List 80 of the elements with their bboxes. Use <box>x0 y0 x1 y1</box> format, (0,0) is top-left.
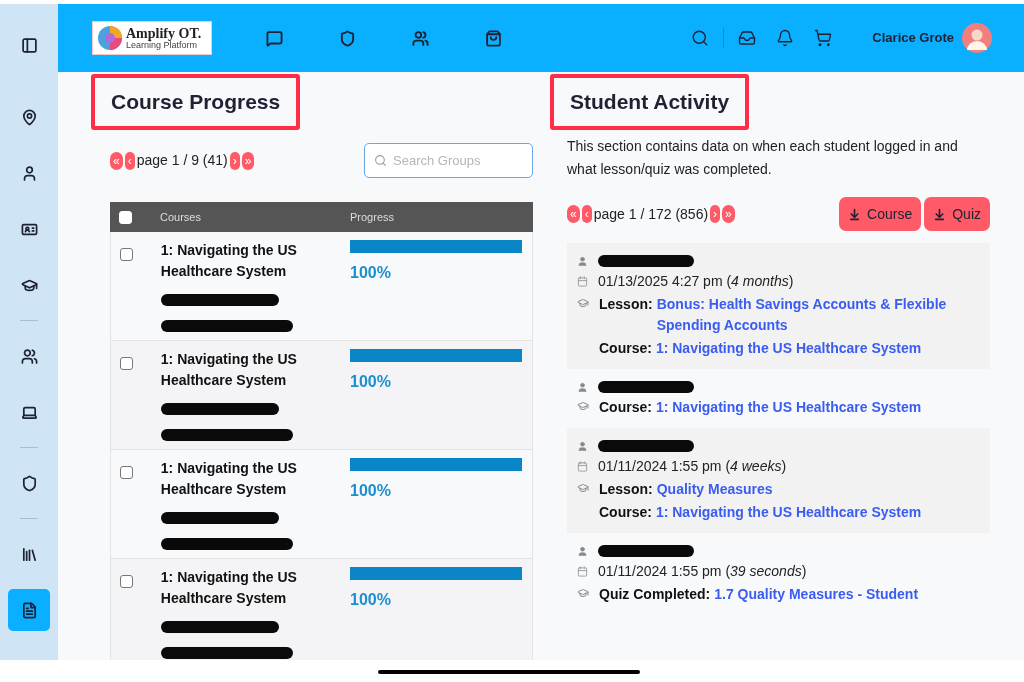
graduation-cap-icon <box>577 400 589 412</box>
checkbox[interactable] <box>120 575 133 588</box>
user-name[interactable]: Clarice Grote <box>872 28 954 48</box>
first-page-button[interactable]: « <box>567 205 580 223</box>
logo-icon <box>97 25 123 51</box>
checkbox[interactable] <box>120 357 133 370</box>
last-page-button[interactable]: » <box>241 151 255 170</box>
progress-percent: 100% <box>350 590 392 610</box>
progress-percent: 100% <box>350 481 392 501</box>
detail-label: Lesson: <box>599 480 653 499</box>
bag-icon <box>485 29 502 47</box>
activity-link[interactable]: Bonus: Health Savings Accounts & Flexible Spending Accounts <box>656 294 980 336</box>
logo-name: Amplify OT. <box>126 26 202 41</box>
detail-label: Course: <box>599 339 652 358</box>
activity-link[interactable]: 1: Navigating the US Healthcare System <box>655 397 980 418</box>
document-icon <box>20 601 38 619</box>
logo-tagline: Learning Platform <box>126 40 199 50</box>
detail-label: Course: <box>599 398 652 417</box>
checkbox[interactable] <box>120 248 133 261</box>
search-field[interactable]: Search Groups <box>364 143 533 178</box>
detail-label: Quiz Completed: <box>599 585 711 604</box>
user-icon <box>577 440 588 452</box>
activity-date: 01/13/2025 4:27 pm (4 months) <box>598 272 794 291</box>
calendar-icon <box>577 461 588 472</box>
activity-date: 01/11/2024 1:55 pm (39 seconds) <box>598 562 807 581</box>
cart-icon <box>814 29 833 47</box>
calendar-icon <box>577 276 588 287</box>
download-icon <box>933 207 947 221</box>
bell-icon <box>776 29 795 47</box>
detail-label: Course: <box>599 503 652 522</box>
progress-percent: 100% <box>350 263 392 283</box>
first-page-button[interactable]: « <box>110 151 123 170</box>
column-header: Progress <box>350 209 395 225</box>
next-page-button[interactable]: › <box>710 205 721 223</box>
nav-button[interactable] <box>483 27 504 49</box>
activity-link[interactable]: 1: Navigating the US Healthcare System <box>655 338 980 359</box>
activity-link[interactable]: 1: Navigating the US Healthcare System <box>655 502 980 523</box>
chat-icon <box>266 29 283 47</box>
search-icon <box>374 154 387 167</box>
avatar[interactable] <box>962 23 992 53</box>
download-button[interactable]: Course <box>839 197 922 231</box>
column-header: Courses <box>160 209 202 225</box>
previous-page-button[interactable]: ‹ <box>581 205 592 223</box>
sidebar-toggle-icon <box>20 36 38 54</box>
user-icon <box>577 381 588 393</box>
users-icon <box>20 347 38 365</box>
course-name: 1: Navigating the US Healthcare System <box>160 459 298 499</box>
search-icon <box>691 29 710 47</box>
course-name: 1: Navigating the US Healthcare System <box>160 241 298 281</box>
activity-link[interactable]: Quality Measures <box>656 479 980 500</box>
page-indicator: page 1 / 9 (41) <box>136 151 228 170</box>
course-name: 1: Navigating the US Healthcare System <box>160 568 298 608</box>
graduation-cap-icon <box>577 482 589 494</box>
previous-page-button[interactable]: ‹ <box>124 151 135 170</box>
calendar-icon <box>577 566 588 577</box>
section-title: Student Activity <box>550 74 750 130</box>
user-icon <box>577 545 588 557</box>
sidebar-item[interactable] <box>8 589 50 631</box>
pin-icon <box>20 108 38 126</box>
graduation-cap-icon <box>577 587 589 599</box>
section-description: This section contains data on when each student logged in and what lesson/quiz was completed. <box>566 137 959 179</box>
page-indicator: page 1 / 172 (856) <box>593 204 709 224</box>
next-page-button[interactable]: › <box>229 151 240 170</box>
graduation-cap-icon <box>577 297 589 309</box>
course-name: 1: Navigating the US Healthcare System <box>160 350 298 390</box>
shield-icon <box>339 29 356 47</box>
download-button[interactable]: Quiz <box>924 197 990 231</box>
section-title: Course Progress <box>91 74 301 130</box>
shield-icon <box>20 474 38 492</box>
inbox-icon <box>738 29 757 47</box>
users-icon <box>412 29 429 47</box>
detail-label: Lesson: <box>599 295 653 314</box>
user-icon <box>577 255 588 267</box>
activity-link[interactable]: 1.7 Quality Measures - Student <box>714 584 980 605</box>
checkbox[interactable] <box>120 466 133 479</box>
download-icon <box>848 207 862 221</box>
progress-percent: 100% <box>350 372 392 392</box>
books-icon <box>20 545 38 563</box>
activity-date: 01/11/2024 1:55 pm (4 weeks) <box>598 457 787 476</box>
last-page-button[interactable]: » <box>722 205 735 223</box>
